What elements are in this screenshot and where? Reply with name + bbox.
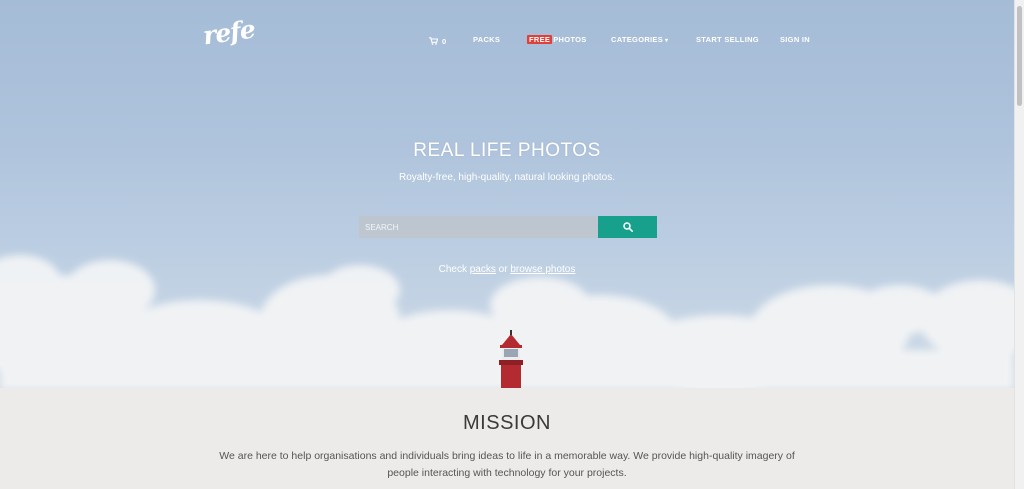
nav-free-photos[interactable]: FREE PHOTOS bbox=[527, 35, 587, 47]
cart-link[interactable]: 0 bbox=[429, 35, 446, 47]
hero-background-image bbox=[0, 255, 1014, 388]
packs-link[interactable]: packs bbox=[470, 264, 496, 275]
hero-title: REAL LIFE PHOTOS bbox=[413, 140, 601, 161]
nav-photos-label: PHOTOS bbox=[553, 35, 587, 44]
check-prefix: Check bbox=[438, 264, 470, 275]
nav-categories[interactable]: CATEGORIES ▾ bbox=[611, 35, 668, 47]
hero-subtitle: Royalty-free, high-quality, natural look… bbox=[398, 172, 616, 183]
search-button[interactable] bbox=[598, 216, 657, 238]
scrollbar-thumb[interactable] bbox=[1017, 6, 1022, 106]
cart-count: 0 bbox=[442, 36, 447, 46]
nav-sign-in[interactable]: SIGN IN bbox=[780, 35, 810, 47]
cart-icon bbox=[429, 37, 438, 45]
nav-packs[interactable]: PACKS bbox=[473, 35, 500, 47]
free-badge: FREE bbox=[527, 35, 553, 44]
page: refe 0 PACKS FREE PHOTOS CATEGORIES ▾ STAR… bbox=[0, 0, 1014, 489]
browse-hint: Check packs or browse photos bbox=[0, 264, 1014, 275]
search-input[interactable] bbox=[359, 216, 598, 238]
scrollbar[interactable] bbox=[1014, 0, 1024, 489]
mission-title: MISSION bbox=[463, 412, 551, 434]
nav-categories-label: CATEGORIES bbox=[611, 35, 664, 44]
chevron-down-icon: ▾ bbox=[665, 38, 669, 44]
browse-photos-link[interactable]: browse photos bbox=[510, 264, 575, 275]
nav-start-selling[interactable]: START SELLING bbox=[696, 35, 759, 47]
or-text: or bbox=[495, 264, 511, 275]
hero-section: refe 0 PACKS FREE PHOTOS CATEGORIES ▾ STAR… bbox=[0, 0, 1014, 388]
search-icon bbox=[622, 222, 633, 232]
mission-text: We are here to help organisations and in… bbox=[219, 450, 795, 479]
